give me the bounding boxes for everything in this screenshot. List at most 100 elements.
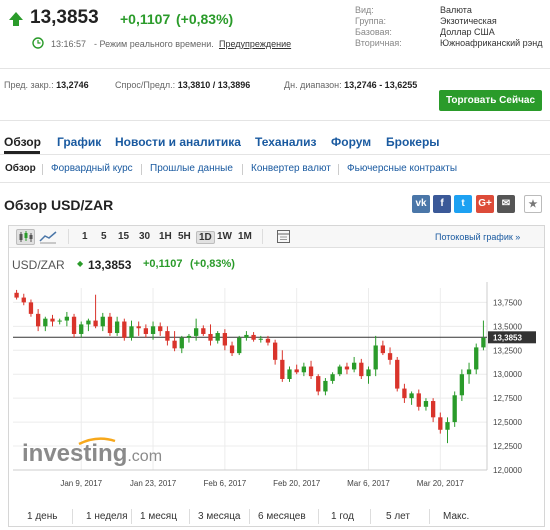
- separator: [131, 509, 132, 524]
- candle-body: [35, 313, 41, 327]
- y-tick-label: 13,0000: [493, 370, 522, 379]
- candle-body: [114, 321, 120, 334]
- candle-body: [129, 326, 134, 338]
- candle-body: [143, 328, 149, 334]
- range-1-year[interactable]: 1 год: [331, 511, 354, 522]
- interval-30[interactable]: 30: [139, 231, 150, 242]
- candle-body: [409, 393, 414, 399]
- candle-body: [43, 318, 48, 327]
- range-1-month[interactable]: 1 месяц: [140, 511, 177, 522]
- subtab-overview[interactable]: Обзор: [5, 163, 36, 174]
- prev-close: Пред. закр.: 13,2746: [4, 80, 89, 90]
- candle-body: [229, 345, 235, 354]
- tab-chart[interactable]: График: [57, 135, 101, 149]
- y-tick-label: 12,2500: [493, 442, 522, 451]
- range-5-years[interactable]: 5 лет: [386, 511, 410, 522]
- google-plus-icon[interactable]: G+: [476, 195, 494, 213]
- divider: [0, 68, 550, 69]
- candle-body: [165, 331, 170, 341]
- line-chart-type-icon[interactable]: [39, 230, 57, 244]
- subtab-historical-data[interactable]: Прошлые данные: [150, 163, 233, 174]
- twitter-icon[interactable]: t: [454, 195, 472, 213]
- candle-body: [251, 334, 256, 340]
- x-tick-label: Jan 9, 2017: [60, 479, 102, 488]
- subtab-futures[interactable]: Фьючерсные контракты: [347, 163, 457, 174]
- tab-brokers[interactable]: Брокеры: [386, 135, 440, 149]
- candle-body: [71, 316, 77, 334]
- trade-now-button[interactable]: Торговать Сейчас: [439, 90, 542, 111]
- vk-icon[interactable]: vk: [412, 195, 430, 213]
- separator: [141, 164, 142, 175]
- candle-body: [430, 401, 436, 418]
- streaming-chart-link[interactable]: Потоковый график »: [435, 232, 520, 242]
- candle-body: [201, 328, 206, 334]
- candle-body: [423, 401, 429, 407]
- candle-body: [351, 362, 357, 370]
- candle-body: [466, 369, 472, 375]
- interval-1h[interactable]: 1H: [159, 231, 172, 242]
- prev-close-value: 13,2746: [56, 80, 89, 90]
- candle-body: [158, 326, 163, 332]
- candle-body: [474, 347, 479, 370]
- candle-body: [287, 369, 292, 379]
- interval-5h[interactable]: 5H: [178, 231, 191, 242]
- interval-1d[interactable]: 1D: [196, 231, 215, 244]
- bid-ask-value: 13,3810 / 13,3896: [177, 80, 251, 90]
- price-chart[interactable]: 13,7500 13,5000 13,2500 13,0000 12,7500 12,50…: [9, 280, 544, 505]
- range-max[interactable]: Макс.: [443, 511, 469, 522]
- logo-swoosh-icon: [77, 437, 117, 446]
- x-tick-label: Feb 6, 2017: [204, 479, 247, 488]
- bid-ask-label: Спрос/Предл.:: [115, 80, 176, 90]
- info-group-label: Группа:: [355, 16, 387, 26]
- interval-1m[interactable]: 1M: [238, 231, 252, 242]
- candle-body: [416, 393, 421, 407]
- separator: [338, 164, 339, 175]
- candle-body: [28, 302, 34, 314]
- interval-5[interactable]: 5: [101, 231, 107, 242]
- candle-body: [179, 337, 184, 349]
- separator: [242, 164, 243, 175]
- y-tick-label: 13,5000: [493, 322, 522, 331]
- candle-body: [380, 345, 386, 354]
- interval-1w[interactable]: 1W: [217, 231, 232, 242]
- candle-body: [481, 337, 486, 348]
- candle-body: [395, 359, 400, 389]
- subtab-forward-rates[interactable]: Форвардный курс: [51, 163, 133, 174]
- chart-price: 13,3853: [88, 258, 132, 272]
- table-view-icon[interactable]: [277, 230, 290, 243]
- tab-technical[interactable]: Теханализ: [255, 135, 316, 149]
- y-tick-label: 12,5000: [493, 418, 522, 427]
- range-1-day[interactable]: 1 день: [27, 511, 57, 522]
- range-3-months[interactable]: 3 месяца: [198, 511, 240, 522]
- email-icon[interactable]: ✉: [497, 195, 515, 213]
- subtab-currency-converter[interactable]: Конвертер валют: [251, 163, 331, 174]
- candle-body: [272, 342, 278, 360]
- price-change: +0,1107: [120, 11, 171, 27]
- y-tick-label: 12,0000: [493, 466, 522, 475]
- candle-body: [86, 320, 91, 325]
- warning-link[interactable]: Предупреждение: [219, 39, 291, 49]
- tab-forum[interactable]: Форум: [331, 135, 371, 149]
- range-1-week[interactable]: 1 неделя: [86, 511, 128, 522]
- quote-time: 13:16:57: [51, 39, 87, 49]
- candle-body: [359, 362, 364, 377]
- candle-body: [222, 333, 228, 346]
- range-6-months[interactable]: 6 месяцев: [258, 511, 306, 522]
- candle-body: [186, 335, 192, 338]
- bookmark-icon[interactable]: ★: [524, 195, 542, 213]
- interval-1[interactable]: 1: [82, 231, 88, 242]
- tab-news-analysis[interactable]: Новости и аналитика: [115, 135, 241, 149]
- interval-15[interactable]: 15: [118, 231, 129, 242]
- candle-body: [215, 333, 220, 341]
- x-tick-label: Mar 6, 2017: [347, 479, 390, 488]
- candle-body: [136, 326, 141, 329]
- divider: [0, 182, 550, 183]
- tab-overview[interactable]: Обзор: [4, 135, 41, 149]
- facebook-icon[interactable]: f: [433, 195, 451, 213]
- realtime-mode-text: - Режим реального времени.: [94, 39, 214, 49]
- day-range: Дн. диапазон: 13,2746 - 13,6255: [284, 80, 417, 90]
- candle-body: [79, 324, 84, 334]
- chart-symbol: USD/ZAR: [12, 258, 65, 272]
- candle-body: [100, 316, 105, 327]
- candlestick-type-icon[interactable]: [16, 229, 35, 245]
